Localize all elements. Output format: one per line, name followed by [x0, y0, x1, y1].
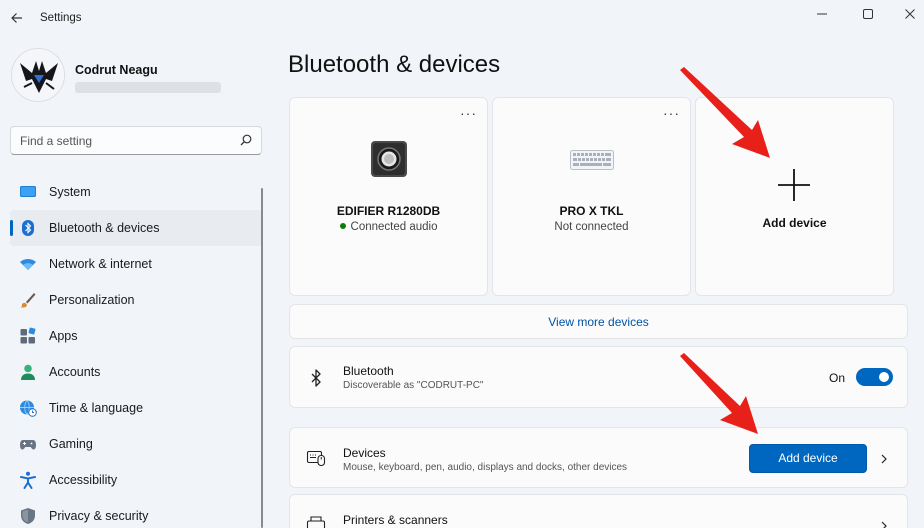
bluetooth-toggle-label: On	[828, 371, 845, 385]
speaker-icon	[371, 141, 407, 177]
wifi-icon	[20, 258, 36, 270]
sidebar-item-label: Network & internet	[49, 257, 152, 271]
shield-icon	[21, 508, 35, 524]
sidebar-item-privacy-security[interactable]: Privacy & security	[10, 498, 262, 528]
device-status-text: Connected audio	[350, 221, 438, 233]
sidebar-item-accessibility[interactable]: Accessibility	[10, 462, 262, 498]
search-icon[interactable]	[240, 134, 252, 146]
maximize-button[interactable]	[854, 4, 882, 26]
sidebar-item-label: Personalization	[49, 293, 135, 307]
view-more-devices-link[interactable]: View more devices	[290, 315, 907, 329]
device-name: EDIFIER R1280DB	[336, 204, 441, 218]
bluetooth-icon	[311, 369, 321, 387]
search-input[interactable]	[11, 127, 231, 154]
sidebar-item-label: System	[49, 185, 91, 199]
device-card-edifier[interactable]: ··· EDIFIER R1280DB Connected audio	[289, 97, 488, 296]
sidebar-item-label: Accounts	[49, 365, 101, 379]
sidebar-item-system[interactable]: System	[10, 174, 262, 210]
user-email-redacted	[75, 82, 221, 93]
chevron-right-icon[interactable]	[879, 521, 889, 528]
sidebar-item-label: Accessibility	[49, 473, 118, 487]
sidebar-item-time-language[interactable]: Time & language	[10, 390, 262, 426]
device-status: Connected audio	[290, 221, 487, 233]
close-button[interactable]	[896, 4, 924, 26]
avatar[interactable]	[11, 48, 65, 102]
minimize-icon	[817, 13, 827, 15]
sidebar-item-network-internet[interactable]: Network & internet	[10, 246, 262, 282]
sidebar-item-label: Bluetooth & devices	[49, 221, 160, 235]
sidebar-item-apps[interactable]: Apps	[10, 318, 262, 354]
sidebar-item-label: Apps	[49, 329, 78, 343]
printers-scanners-row[interactable]: Printers & scanners	[289, 494, 908, 528]
close-icon	[905, 9, 915, 19]
device-status-text: Not connected	[554, 221, 629, 233]
bluetooth-row: Bluetooth Discoverable as "CODRUT-PC" On	[289, 346, 908, 408]
device-name: PRO X TKL	[559, 204, 624, 218]
bluetooth-title: Bluetooth	[343, 364, 394, 378]
printer-icon	[306, 516, 326, 528]
devices-subtitle: Mouse, keyboard, pen, audio, displays an…	[343, 462, 628, 473]
window-title: Settings	[40, 12, 82, 24]
add-device-card-label: Add device	[762, 216, 827, 230]
person-icon	[21, 364, 35, 380]
more-options-button[interactable]: ···	[460, 106, 477, 120]
brush-icon	[20, 293, 36, 308]
monitor-icon	[20, 186, 36, 197]
title-bar: Settings	[0, 0, 924, 38]
sidebar-item-personalization[interactable]: Personalization	[10, 282, 262, 318]
device-card-pro-x-tkl[interactable]: ··· PRO X TKL Not connected	[492, 97, 691, 296]
back-button[interactable]	[8, 9, 26, 27]
minimize-button[interactable]	[808, 4, 836, 26]
sidebar-item-label: Time & language	[49, 401, 144, 415]
active-indicator	[10, 220, 13, 236]
view-more-devices-row[interactable]: View more devices	[289, 304, 908, 339]
keyboard-icon	[570, 150, 614, 170]
maximize-icon	[863, 9, 873, 19]
sidebar-item-accounts[interactable]: Accounts	[10, 354, 262, 390]
bat-avatar-icon	[12, 49, 64, 101]
devices-title: Devices	[343, 446, 386, 460]
search-box[interactable]	[10, 126, 262, 155]
bluetooth-subtitle: Discoverable as "CODRUT-PC"	[343, 380, 484, 391]
apps-icon	[20, 327, 36, 344]
back-arrow-icon	[11, 13, 22, 23]
bluetooth-icon	[22, 220, 34, 236]
plus-icon	[778, 169, 810, 201]
devices-row[interactable]: Devices Mouse, keyboard, pen, audio, dis…	[289, 427, 908, 488]
gamepad-icon	[20, 440, 36, 450]
devices-icon	[306, 450, 326, 467]
sidebar-item-label: Privacy & security	[49, 509, 149, 523]
add-device-button[interactable]: Add device	[749, 444, 867, 473]
page-title: Bluetooth & devices	[288, 51, 501, 78]
sidebar-item-gaming[interactable]: Gaming	[10, 426, 262, 462]
printers-scanners-title: Printers & scanners	[343, 513, 448, 527]
globe-clock-icon	[20, 400, 37, 417]
chevron-right-icon[interactable]	[879, 454, 889, 464]
accessibility-icon	[20, 471, 36, 489]
sidebar-item-label: Gaming	[49, 437, 93, 451]
sidebar-item-bluetooth-devices[interactable]: Bluetooth & devices	[10, 210, 262, 246]
bluetooth-toggle[interactable]	[856, 368, 893, 386]
sidebar-scrollbar[interactable]	[261, 188, 263, 528]
sidebar-nav: System Bluetooth & devices Network & int…	[10, 174, 262, 528]
annotation-arrow-add-card	[680, 67, 770, 158]
toggle-knob	[879, 372, 889, 382]
user-name: Codrut Neagu	[75, 63, 158, 77]
connected-status-dot	[339, 223, 346, 229]
annotation-arrow-add-button	[680, 353, 758, 434]
